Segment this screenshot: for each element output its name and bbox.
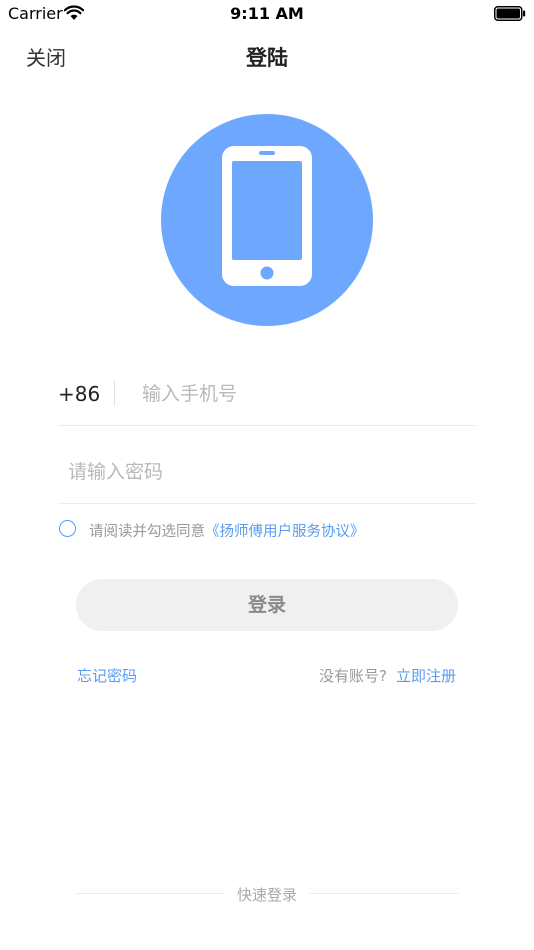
divider	[114, 380, 115, 406]
agreement-text: 请阅读并勾选同意《扬师傅用户服务协议》	[89, 520, 365, 541]
divider	[58, 425, 476, 426]
forgot-password-link[interactable]: 忘记密码	[77, 665, 137, 686]
app-logo	[161, 114, 373, 326]
agreement-checkbox[interactable]	[59, 520, 76, 537]
password-input[interactable]	[68, 458, 472, 486]
phone-input[interactable]	[142, 380, 472, 408]
agreement-link[interactable]: 《扬师傅用户服务协议》	[205, 524, 365, 540]
battery-icon	[494, 6, 526, 21]
agreement-prefix: 请阅读并勾选同意	[89, 524, 205, 540]
country-code[interactable]: +86	[58, 382, 100, 406]
clock: 9:11 AM	[230, 4, 304, 23]
phone-icon	[222, 146, 312, 286]
register-link[interactable]: 立即注册	[396, 665, 456, 686]
login-button[interactable]: 登录	[76, 579, 458, 631]
page-title: 登陆	[246, 46, 288, 70]
no-account-text: 没有账号?	[319, 667, 387, 685]
quick-login-label: 快速登录	[236, 886, 297, 904]
divider	[58, 503, 476, 504]
divider	[310, 893, 458, 894]
status-bar: Carrier 9:11 AM	[0, 0, 534, 28]
